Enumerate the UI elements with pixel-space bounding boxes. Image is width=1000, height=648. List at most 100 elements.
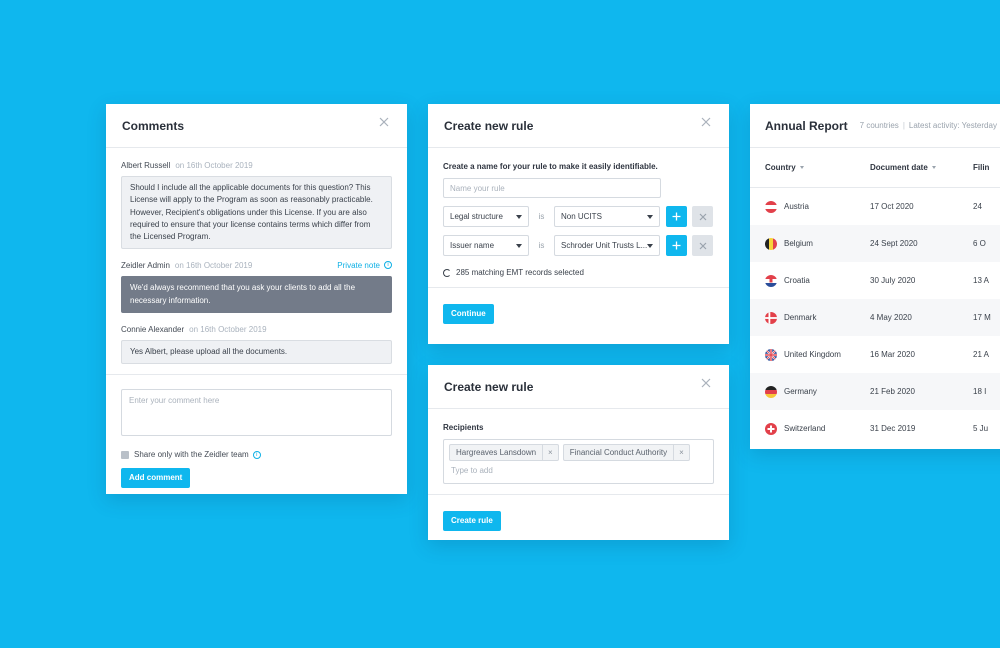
tag-input-placeholder[interactable]: Type to add <box>449 466 708 475</box>
column-header-document-date[interactable]: Document date <box>870 163 973 172</box>
country-name: Belgium <box>784 239 813 248</box>
croatia-flag-icon <box>765 274 777 287</box>
chevron-down-icon <box>647 244 653 248</box>
filing-value: 6 O <box>973 239 986 248</box>
filing-value: 24 <box>973 202 982 211</box>
remove-condition-button[interactable] <box>692 235 713 256</box>
comments-title: Comments <box>122 118 185 133</box>
field-select-value: Issuer name <box>450 241 495 250</box>
austria-flag-icon <box>765 200 777 213</box>
recipients-input[interactable]: Hargreaves Lansdown × Financial Conduct … <box>443 439 714 484</box>
country-name: Croatia <box>784 276 810 285</box>
create-rule-recipients-panel: Create new rule Recipients Hargreaves La… <box>428 365 729 540</box>
match-count-text: 285 matching EMT records selected <box>456 268 584 277</box>
column-header-filing[interactable]: Filin <box>973 163 1000 172</box>
country-name: Austria <box>784 202 809 211</box>
field-select[interactable]: Legal structure <box>443 206 529 227</box>
report-subtitle: 7 countries | Latest activity: Yesterday <box>860 121 997 130</box>
remove-tag-icon[interactable]: × <box>673 445 689 460</box>
table-body: Austria 17 Oct 2020 24 Belgium 24 Sept 2… <box>750 188 1000 447</box>
document-date: 17 Oct 2020 <box>870 202 914 211</box>
column-header-label: Filin <box>973 163 990 172</box>
table-row[interactable]: Belgium 24 Sept 2020 6 O <box>750 225 1000 262</box>
document-date: 4 May 2020 <box>870 313 912 322</box>
private-note-badge[interactable]: Private note i <box>337 261 392 270</box>
document-date: 16 Mar 2020 <box>870 350 915 359</box>
annual-report-panel: Annual Report 7 countries | Latest activit… <box>750 104 1000 449</box>
filing-value: 21 A <box>973 350 990 359</box>
private-note-label: Private note <box>337 260 380 270</box>
comment-entry: Zeidler Admin on 16th October 2019 Priva… <box>121 258 392 314</box>
rule-name-input[interactable] <box>443 178 661 198</box>
comment-text: Yes Albert, please upload all the docume… <box>121 340 392 365</box>
rule-header: Create new rule <box>428 365 729 409</box>
rule-hint: Create a name for your rule to make it e… <box>443 162 658 171</box>
document-date: 24 Sept 2020 <box>870 239 918 248</box>
continue-button[interactable]: Continue <box>443 304 494 324</box>
filing-value: 5 Ju <box>973 424 989 433</box>
country-name: Germany <box>784 387 817 396</box>
country-name: Denmark <box>784 313 817 322</box>
rule-title: Create new rule <box>444 379 534 394</box>
comment-date: on 16th October 2019 <box>174 260 253 270</box>
latest-activity: Latest activity: Yesterday <box>908 121 997 130</box>
chevron-down-icon <box>516 215 522 219</box>
table-row[interactable]: Croatia 30 July 2020 13 A <box>750 262 1000 299</box>
comment-author: Albert Russell <box>121 160 171 170</box>
report-header: Annual Report 7 countries | Latest activit… <box>750 104 1000 148</box>
value-select[interactable]: Schroder Unit Trusts L... <box>554 235 660 256</box>
document-date: 31 Dec 2019 <box>870 424 916 433</box>
recipient-tag: Financial Conduct Authority × <box>562 444 690 461</box>
close-icon <box>699 213 706 220</box>
comment-input[interactable] <box>121 389 392 437</box>
info-icon[interactable]: i <box>252 450 261 459</box>
table-row[interactable]: Austria 17 Oct 2020 24 <box>750 188 1000 225</box>
recipient-tag: Hargreaves Lansdown × <box>449 444 559 461</box>
field-select[interactable]: Issuer name <box>443 235 529 256</box>
table-row[interactable]: Switzerland 31 Dec 2019 5 Ju <box>750 410 1000 447</box>
plus-icon <box>672 212 681 221</box>
operator-label: is <box>538 241 545 250</box>
condition-row: Issuer name is Schroder Unit Trusts L... <box>443 235 714 256</box>
switzerland-flag-icon <box>765 422 777 435</box>
column-header-label: Document date <box>870 163 928 172</box>
create-rule-panel: Create new rule Create a name for your r… <box>428 104 729 344</box>
add-comment-button[interactable]: Add comment <box>121 468 191 489</box>
add-condition-button[interactable] <box>666 206 687 227</box>
table-row[interactable]: Denmark 4 May 2020 17 M <box>750 299 1000 336</box>
create-rule-button[interactable]: Create rule <box>443 511 501 531</box>
value-select[interactable]: Non UCITS <box>554 206 660 227</box>
countries-count: 7 countries <box>859 121 899 130</box>
recipients-label: Recipients <box>443 423 484 432</box>
add-condition-button[interactable] <box>666 235 687 256</box>
share-checkbox[interactable] <box>121 450 129 459</box>
comments-panel: Comments Albert Russell on 16th October … <box>106 104 407 494</box>
plus-icon <box>672 241 681 250</box>
loading-spinner-icon <box>443 268 451 277</box>
separator: | <box>902 121 905 130</box>
close-icon <box>699 242 706 249</box>
recipient-tag-label: Hargreaves Lansdown <box>456 448 537 457</box>
germany-flag-icon <box>765 385 777 398</box>
info-icon: i <box>384 261 392 270</box>
document-date: 30 July 2020 <box>870 276 916 285</box>
comment-date: on 16th October 2019 <box>189 324 267 334</box>
comment-author: Zeidler Admin <box>121 260 170 270</box>
sort-icon <box>931 166 936 169</box>
filing-value: 13 A <box>973 276 990 285</box>
comment-text: Should I include all the applicable docu… <box>121 176 392 250</box>
close-icon[interactable] <box>701 117 713 129</box>
country-name: Switzerland <box>784 424 826 433</box>
operator-label: is <box>538 212 545 221</box>
table-header: Country Document date Filin <box>750 148 1000 188</box>
column-header-country[interactable]: Country <box>750 163 870 172</box>
close-icon[interactable] <box>701 378 713 390</box>
close-icon[interactable] <box>379 117 391 129</box>
table-row[interactable]: Germany 21 Feb 2020 18 I <box>750 373 1000 410</box>
match-status: 285 matching EMT records selected <box>443 268 714 277</box>
table-row[interactable]: United Kingdom 16 Mar 2020 21 A <box>750 336 1000 373</box>
recipient-tag-label: Financial Conduct Authority <box>569 448 668 457</box>
report-title: Annual Report <box>765 118 848 133</box>
remove-tag-icon[interactable]: × <box>542 445 558 460</box>
remove-condition-button[interactable] <box>692 206 713 227</box>
